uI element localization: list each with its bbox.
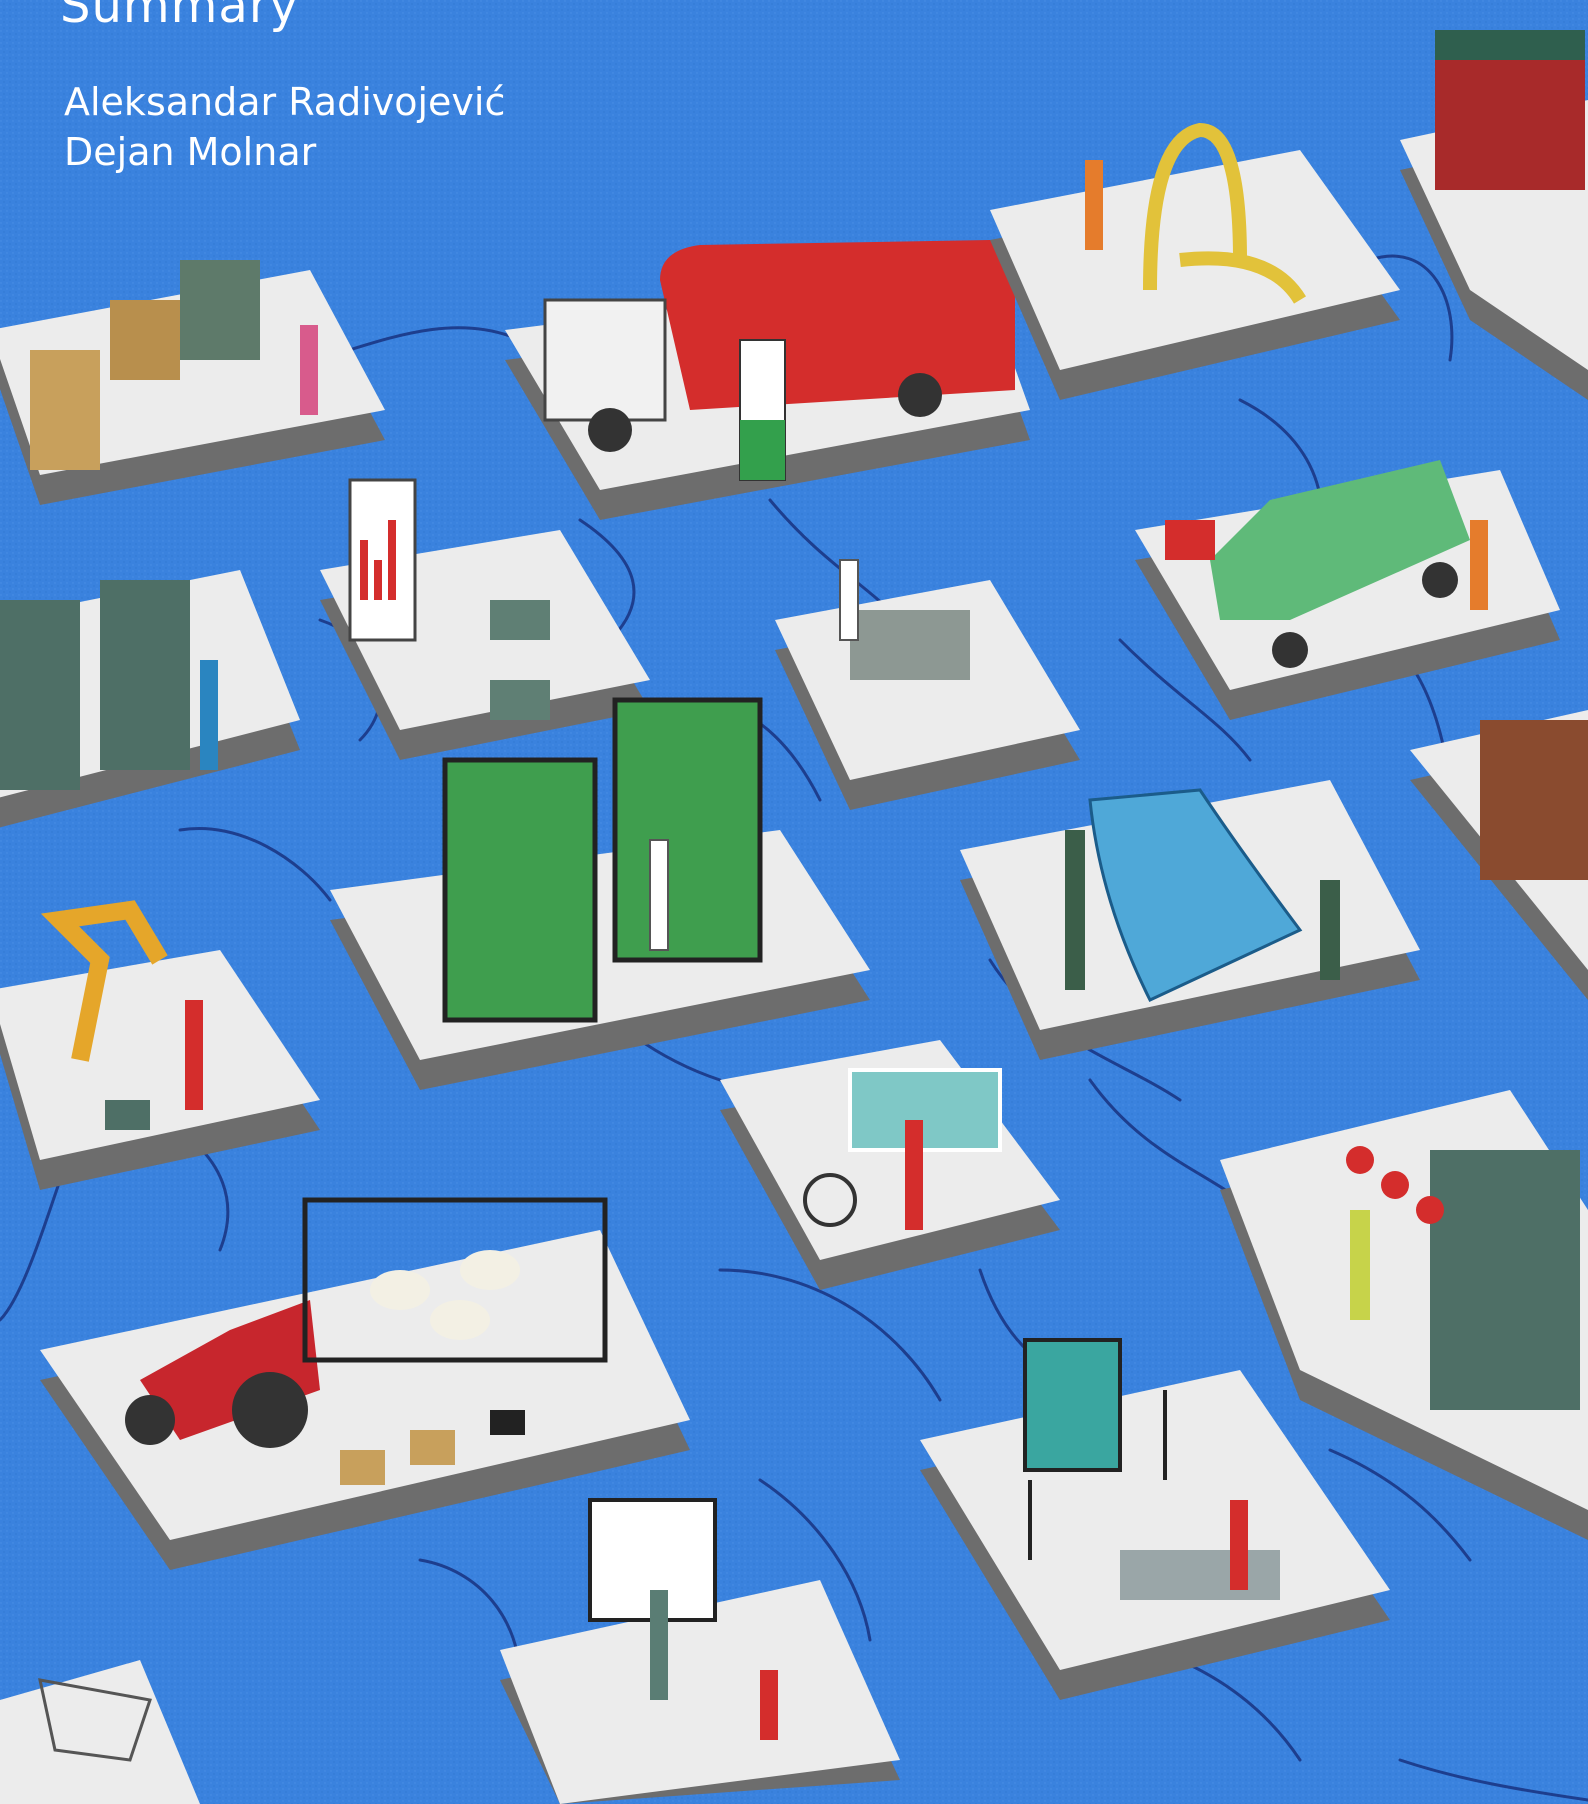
plant-shelf-icon [442, 757, 598, 1023]
factory-machine-icon [1430, 1150, 1580, 1410]
cover-illustration [0, 0, 1588, 1804]
nurse-icon [905, 1120, 923, 1230]
tanker-truck-icon [660, 240, 1015, 410]
teacher-icon [650, 1590, 668, 1700]
hospital-bed-icon [848, 1068, 1002, 1152]
judge-bench-icon [1480, 720, 1588, 880]
designer-icon [1230, 1500, 1248, 1590]
toolbox-icon [105, 1100, 150, 1130]
hay-bale-icon [340, 1450, 385, 1485]
worker-icon [1065, 830, 1085, 990]
scooter-icon [1165, 520, 1215, 560]
worker-icon [1350, 1210, 1370, 1320]
sheep-icon [370, 1270, 430, 1310]
book-cover: Summary Aleksandar Radivojević Dejan Mol… [0, 0, 1588, 1804]
crate-icon [30, 350, 100, 470]
technician-icon [200, 660, 218, 770]
lab-bench-icon [850, 610, 970, 680]
whiteboard-chart-icon [348, 478, 417, 642]
scientist-icon [839, 559, 859, 641]
worker-icon [1085, 160, 1103, 250]
dog-icon [490, 1410, 525, 1435]
forklift-icon [180, 260, 260, 360]
author-name: Aleksandar Radivojević [64, 80, 506, 124]
author-name: Dejan Molnar [64, 130, 317, 174]
gardener-icon [649, 839, 669, 951]
worker-icon [300, 325, 318, 415]
stall-icon [1435, 40, 1585, 190]
computer-icon [1120, 1550, 1280, 1600]
courier-icon [1470, 520, 1488, 610]
engineer-icon [185, 1000, 203, 1110]
server-rack-icon [0, 600, 80, 790]
student-icon [760, 1670, 778, 1740]
desk-computer-icon [490, 600, 550, 640]
cover-title: Summary [60, 0, 299, 34]
